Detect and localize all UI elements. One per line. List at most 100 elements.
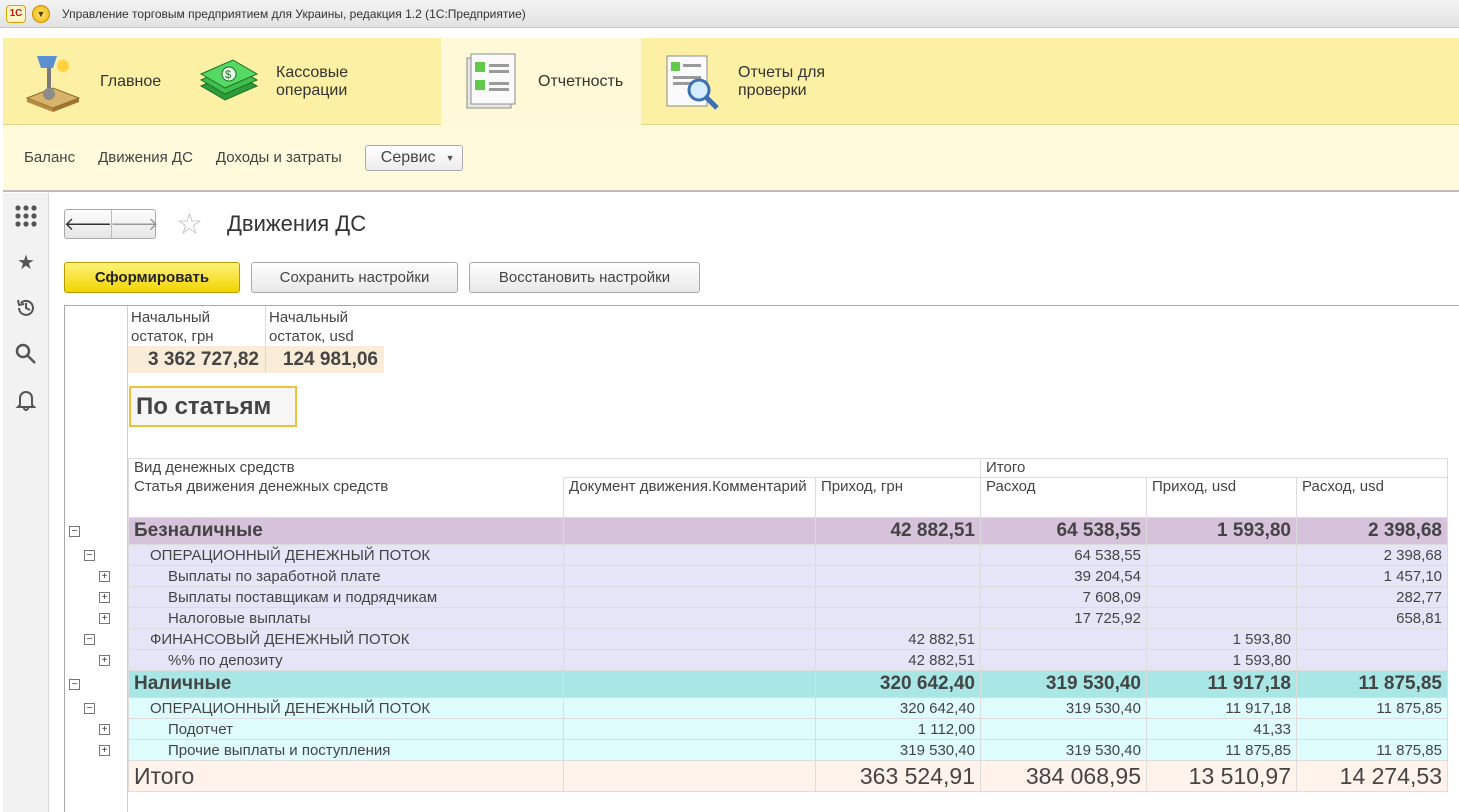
caret-down-icon: ▼ (445, 152, 455, 163)
collapse-minus-icon[interactable]: − (69, 526, 80, 537)
collapse-minus-icon[interactable]: − (84, 703, 95, 714)
cell-out-uah (980, 628, 1147, 650)
back-arrow-icon[interactable]: 🡐 (64, 210, 112, 238)
expand-plus-icon[interactable]: + (99, 571, 110, 582)
header-total: Итого (980, 458, 1448, 478)
section-main[interactable]: Главное (3, 38, 179, 125)
cell-in-uah (815, 565, 981, 587)
table-row[interactable]: %% по депозиту 42 882,51 1 593,80 (128, 649, 1448, 671)
row-document (563, 760, 816, 792)
section-reporting[interactable]: Отчетность (441, 38, 641, 125)
search-icon[interactable] (3, 331, 49, 377)
group-row[interactable]: Безналичные 42 882,51 64 538,55 1 593,80 2 3… (128, 517, 1448, 545)
expand-plus-icon[interactable]: + (99, 592, 110, 603)
link-income-expenses[interactable]: Доходы и затраты (216, 149, 342, 166)
cell-out-usd (1296, 628, 1448, 650)
row-label: Наличные (128, 670, 564, 698)
cell-in-uah: 42 882,51 (815, 649, 981, 671)
cell-out-usd: 282,77 (1296, 586, 1448, 608)
collapse-minus-icon[interactable]: − (69, 679, 80, 690)
cell-out-usd: 658,81 (1296, 607, 1448, 629)
service-dropdown-button[interactable]: Сервис ▼ (364, 144, 464, 171)
expand-plus-icon[interactable]: + (99, 724, 110, 735)
group-row[interactable]: Наличные 320 642,40 319 530,40 11 917,18 11 … (128, 670, 1448, 698)
cell-out-uah: 319 530,40 (980, 697, 1147, 719)
section-commands-panel: Баланс Движения ДС Доходы и затраты Серв… (3, 125, 1459, 192)
row-label: Подотчет (128, 718, 564, 740)
cell-in-uah: 363 524,91 (815, 760, 981, 792)
restore-settings-button[interactable]: Восстановить настройки (469, 262, 700, 293)
section-audit-reports[interactable]: Отчеты для проверки (641, 38, 915, 125)
cell-out-usd (1296, 718, 1448, 740)
cell-in-usd: 1 593,80 (1146, 649, 1297, 671)
generate-button[interactable]: Сформировать (64, 262, 240, 293)
section-label: Отчеты для проверки (738, 63, 826, 99)
link-balance[interactable]: Баланс (24, 149, 75, 166)
history-icon[interactable] (3, 285, 49, 331)
report-table: Вид денежных средств Итого Статья движен… (128, 458, 1448, 792)
section-label: Отчетность (538, 72, 624, 90)
cell-in-usd (1146, 544, 1297, 566)
cell-in-usd: 1 593,80 (1146, 517, 1297, 545)
navigation-buttons: 🡐 🡒 (64, 209, 159, 239)
cell-in-usd (1146, 607, 1297, 629)
svg-text:$: $ (225, 69, 231, 81)
cell-out-usd: 14 274,53 (1296, 760, 1448, 792)
cell-in-usd (1146, 586, 1297, 608)
grouping-title: По статьям (129, 386, 297, 427)
star-icon[interactable]: ★ (3, 239, 49, 285)
left-toolbar: ★ (3, 193, 49, 812)
row-label: Выплаты поставщикам и подрядчикам (128, 586, 564, 608)
row-label: Выплаты по заработной плате (128, 565, 564, 587)
favorite-star-icon[interactable]: ☆ (176, 207, 203, 242)
table-row[interactable]: Выплаты поставщикам и подрядчикам 7 608,0… (128, 586, 1448, 608)
link-cash-flow[interactable]: Движения ДС (98, 149, 193, 166)
sections-panel: Главное $ Кассовые операции Отчетность О… (3, 38, 1459, 125)
cell-in-uah (815, 607, 981, 629)
header-document: Документ движения.Комментарий (563, 477, 816, 518)
header-income-uah: Приход, грн (815, 477, 981, 518)
table-row[interactable]: ОПЕРАЦИОННЫЙ ДЕНЕЖНЫЙ ПОТОК 320 642,40 319… (128, 697, 1448, 719)
collapse-minus-icon[interactable]: − (84, 634, 95, 645)
table-row[interactable]: Выплаты по заработной плате 39 204,54 1 45… (128, 565, 1448, 587)
cell-in-uah: 1 112,00 (815, 718, 981, 740)
table-row[interactable]: Налоговые выплаты 17 725,92 658,81 (128, 607, 1448, 629)
expand-plus-icon[interactable]: + (99, 745, 110, 756)
money-icon: $ (199, 52, 259, 112)
cell-out-usd: 2 398,68 (1296, 517, 1448, 545)
cell-in-usd: 11 917,18 (1146, 697, 1297, 719)
section-label: Кассовые операции (276, 63, 349, 99)
expand-plus-icon[interactable]: + (99, 655, 110, 666)
section-cash-operations[interactable]: $ Кассовые операции (179, 38, 441, 125)
main-menu-button[interactable]: ▼ (32, 4, 50, 23)
cell-out-uah: 64 538,55 (980, 517, 1147, 545)
cell-out-uah: 7 608,09 (980, 586, 1147, 608)
table-row[interactable]: ФИНАНСОВЫЙ ДЕНЕЖНЫЙ ПОТОК 42 882,51 1 593,… (128, 628, 1448, 650)
cell-in-uah: 319 530,40 (815, 739, 981, 761)
section-label: Главное (100, 72, 162, 90)
table-row[interactable]: Подотчет 1 112,00 41,33 (128, 718, 1448, 740)
table-row[interactable]: Прочие выплаты и поступления 319 530,40 31… (128, 739, 1448, 761)
title-bar: 1С ▼ Управление торговым предприятием дл… (0, 0, 1459, 28)
report-document[interactable]: Начальный остаток, грн Начальный остаток… (64, 305, 1459, 812)
cell-out-uah: 319 530,40 (980, 670, 1147, 698)
expand-plus-icon[interactable]: + (99, 613, 110, 624)
cell-in-uah: 42 882,51 (815, 628, 981, 650)
desk-lamp-icon (23, 52, 83, 112)
apps-grid-icon[interactable] (3, 193, 49, 239)
cell-out-uah: 384 068,95 (980, 760, 1147, 792)
cell-out-uah (980, 718, 1147, 740)
header-expense-uah: Расход (980, 477, 1147, 518)
cell-out-usd: 1 457,10 (1296, 565, 1448, 587)
total-row[interactable]: Итого 363 524,91 384 068,95 13 510,97 14 274… (128, 760, 1448, 792)
cell-in-usd: 11 917,18 (1146, 670, 1297, 698)
table-row[interactable]: ОПЕРАЦИОННЫЙ ДЕНЕЖНЫЙ ПОТОК 64 538,55 2 39… (128, 544, 1448, 566)
header-expense-usd: Расход, usd (1296, 477, 1448, 518)
save-settings-button[interactable]: Сохранить настройки (251, 262, 458, 293)
forward-arrow-icon[interactable]: 🡒 (110, 210, 159, 238)
balance-uah-value: 3 362 727,82 (128, 346, 265, 373)
collapse-minus-icon[interactable]: − (84, 550, 95, 561)
bell-icon[interactable] (3, 377, 49, 423)
report-search-icon (661, 52, 721, 112)
cell-in-uah: 320 642,40 (815, 670, 981, 698)
